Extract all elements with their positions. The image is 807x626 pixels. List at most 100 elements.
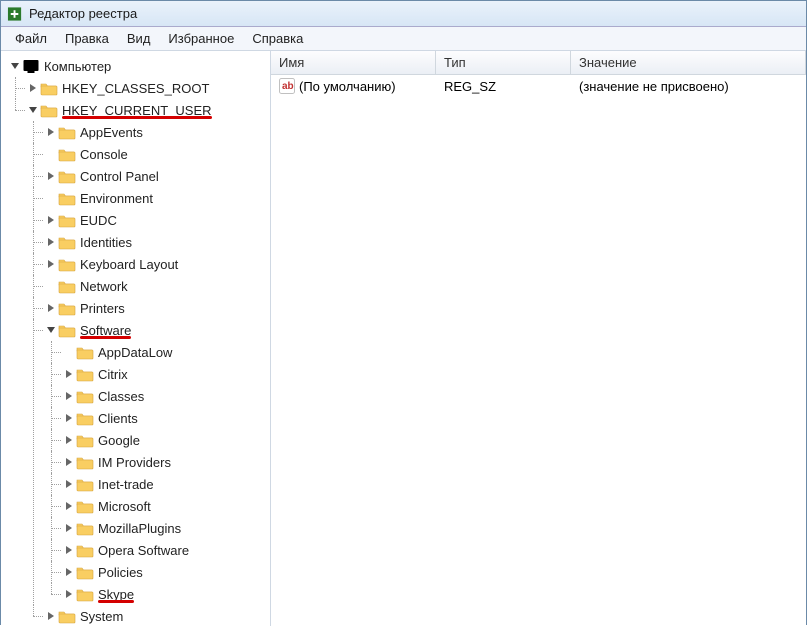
tree-skype[interactable]: Skype <box>63 583 270 605</box>
computer-icon <box>22 58 40 74</box>
tree-identities[interactable]: Identities <box>45 231 270 253</box>
tree-microsoft[interactable]: Microsoft <box>63 495 270 517</box>
list-header: Имя Тип Значение <box>271 51 806 75</box>
expand-icon[interactable] <box>45 171 56 182</box>
tree-google[interactable]: Google <box>63 429 270 451</box>
tree-hkcr[interactable]: HKEY_CLASSES_ROOT <box>27 77 270 99</box>
folder-icon <box>76 432 94 448</box>
tree-system[interactable]: System <box>45 605 270 626</box>
expand-icon[interactable] <box>45 259 56 270</box>
menu-favorites[interactable]: Избранное <box>160 29 242 48</box>
menubar: Файл Правка Вид Избранное Справка <box>1 27 806 51</box>
expand-icon[interactable] <box>45 325 56 336</box>
tree-label: Environment <box>80 191 153 206</box>
expand-icon[interactable] <box>63 435 74 446</box>
col-type[interactable]: Тип <box>436 51 571 74</box>
folder-icon <box>58 256 76 272</box>
folder-icon <box>58 212 76 228</box>
tree-citrix[interactable]: Citrix <box>63 363 270 385</box>
tree-keyboardlayout[interactable]: Keyboard Layout <box>45 253 270 275</box>
folder-icon <box>76 454 94 470</box>
tree-controlpanel[interactable]: Control Panel <box>45 165 270 187</box>
folder-icon <box>58 234 76 250</box>
folder-icon <box>76 344 94 360</box>
app-icon <box>7 6 23 22</box>
menu-edit[interactable]: Правка <box>57 29 117 48</box>
folder-icon <box>58 278 76 294</box>
expand-icon[interactable] <box>27 105 38 116</box>
tree-improviders[interactable]: IM Providers <box>63 451 270 473</box>
tree-label: MozillaPlugins <box>98 521 181 536</box>
tree-software[interactable]: Software <box>45 319 270 341</box>
folder-icon <box>58 608 76 624</box>
tree-label: System <box>80 609 123 624</box>
menu-help[interactable]: Справка <box>244 29 311 48</box>
list-row[interactable]: (По умолчанию) REG_SZ (значение не присв… <box>271 75 806 97</box>
menu-file[interactable]: Файл <box>7 29 55 48</box>
tree-mozillaplugins[interactable]: MozillaPlugins <box>63 517 270 539</box>
expand-icon[interactable] <box>45 127 56 138</box>
expand-icon[interactable] <box>45 215 56 226</box>
tree-label: Clients <box>98 411 138 426</box>
folder-icon <box>76 520 94 536</box>
expand-icon[interactable] <box>45 611 56 622</box>
expand-icon[interactable] <box>27 83 38 94</box>
tree-classes[interactable]: Classes <box>63 385 270 407</box>
tree-label: HKEY_CURRENT_USER <box>62 103 212 118</box>
expand-icon[interactable] <box>63 523 74 534</box>
tree-policies[interactable]: Policies <box>63 561 270 583</box>
expand-icon[interactable] <box>63 369 74 380</box>
value-type: REG_SZ <box>436 77 571 96</box>
expand-icon[interactable] <box>63 501 74 512</box>
tree-network[interactable]: Network <box>45 275 270 297</box>
folder-icon <box>58 190 76 206</box>
expand-icon[interactable] <box>63 391 74 402</box>
expand-icon[interactable] <box>9 61 20 72</box>
col-name[interactable]: Имя <box>271 51 436 74</box>
tree-clients[interactable]: Clients <box>63 407 270 429</box>
value-list: Имя Тип Значение (По умолчанию) REG_SZ (… <box>271 51 806 626</box>
expand-icon[interactable] <box>45 303 56 314</box>
tree-operasoftware[interactable]: Opera Software <box>63 539 270 561</box>
menu-view[interactable]: Вид <box>119 29 159 48</box>
tree-appdatalow[interactable]: AppDataLow <box>63 341 270 363</box>
folder-icon <box>58 300 76 316</box>
expand-icon[interactable] <box>45 237 56 248</box>
tree-label: Console <box>80 147 128 162</box>
tree-console[interactable]: Console <box>45 143 270 165</box>
folder-icon <box>40 102 58 118</box>
tree-label: Network <box>80 279 128 294</box>
col-value[interactable]: Значение <box>571 51 806 74</box>
expand-icon[interactable] <box>63 457 74 468</box>
tree-label: AppEvents <box>80 125 143 140</box>
tree-appevents[interactable]: AppEvents <box>45 121 270 143</box>
tree-environment[interactable]: Environment <box>45 187 270 209</box>
expand-icon[interactable] <box>63 589 74 600</box>
tree-label: Identities <box>80 235 132 250</box>
expand-icon[interactable] <box>63 567 74 578</box>
tree-label: AppDataLow <box>98 345 172 360</box>
folder-icon <box>58 146 76 162</box>
tree-label: Policies <box>98 565 143 580</box>
folder-icon <box>76 542 94 558</box>
tree-inettrade[interactable]: Inet-trade <box>63 473 270 495</box>
expand-icon[interactable] <box>63 545 74 556</box>
tree-label: Компьютер <box>44 59 111 74</box>
tree-computer[interactable]: Компьютер <box>9 55 270 77</box>
tree-eudc[interactable]: EUDC <box>45 209 270 231</box>
tree-hkcu[interactable]: HKEY_CURRENT_USER <box>27 99 270 121</box>
tree-label: HKEY_CLASSES_ROOT <box>62 81 209 96</box>
value-name: (По умолчанию) <box>299 79 396 94</box>
folder-icon <box>76 410 94 426</box>
tree-printers[interactable]: Printers <box>45 297 270 319</box>
folder-icon <box>40 80 58 96</box>
expand-icon[interactable] <box>63 413 74 424</box>
tree-label: Classes <box>98 389 144 404</box>
folder-icon <box>76 366 94 382</box>
tree-label: Opera Software <box>98 543 189 558</box>
tree-label: EUDC <box>80 213 117 228</box>
expand-icon[interactable] <box>63 479 74 490</box>
folder-icon <box>58 322 76 338</box>
tree-panel[interactable]: Компьютер HKEY_CLASSES_ROOT <box>1 51 271 626</box>
tree-label: Keyboard Layout <box>80 257 178 272</box>
